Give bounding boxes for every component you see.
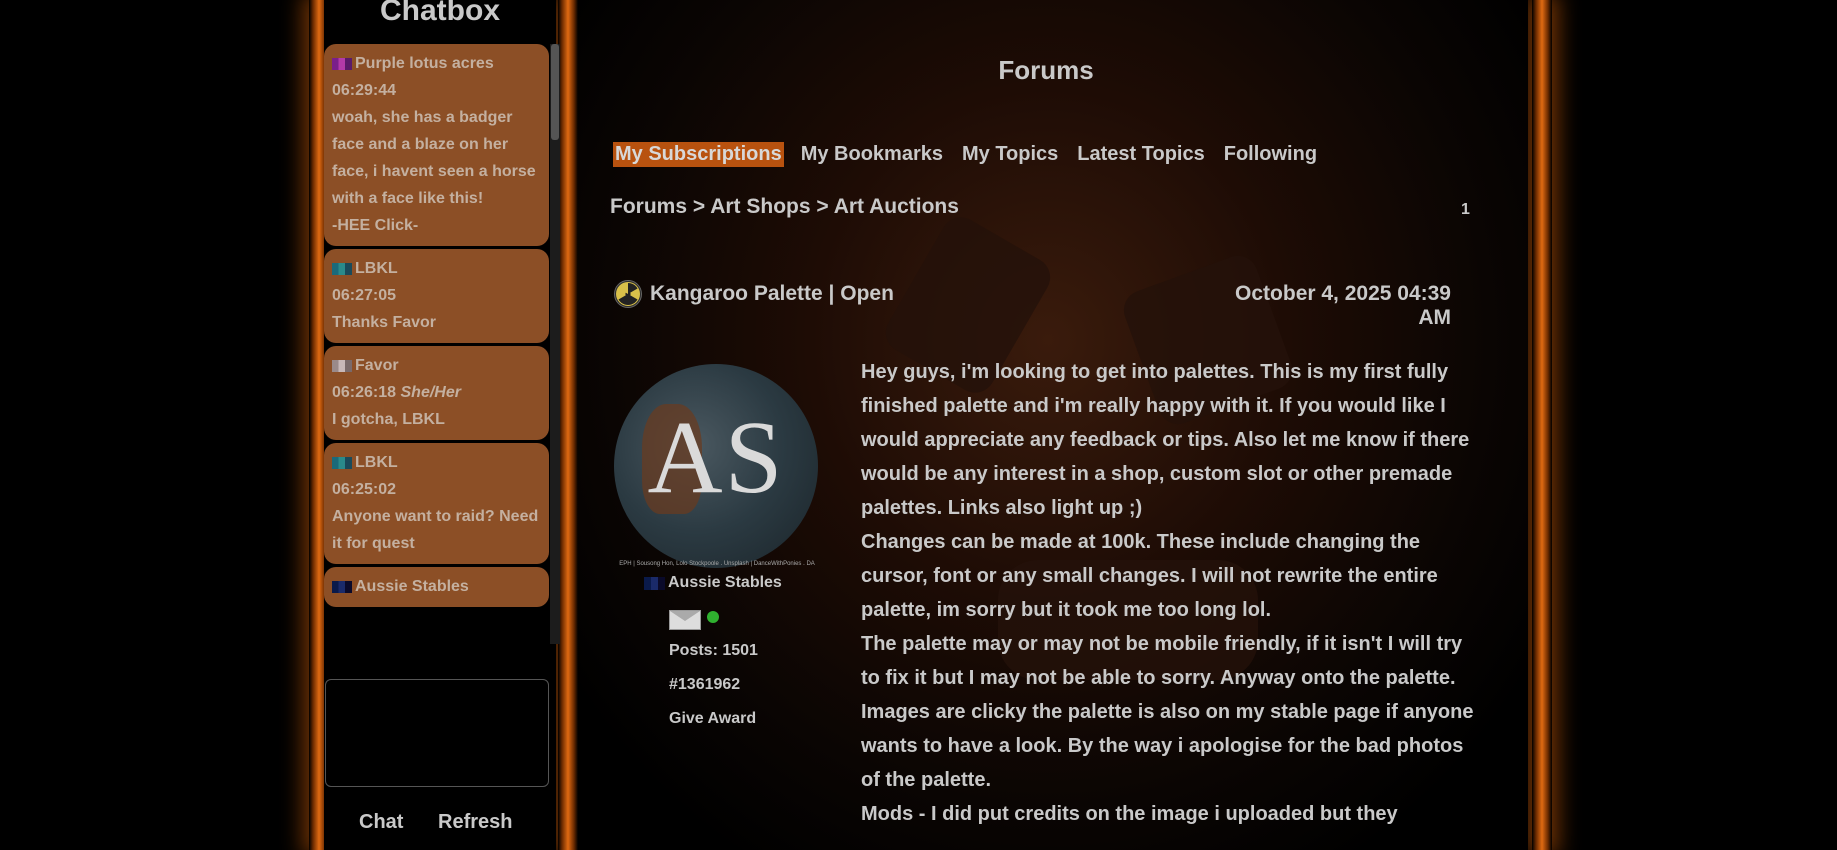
frame-glow-middle [558,0,578,850]
post-paragraph: Hey guys, i'm looking to get into palett… [861,361,1470,519]
chat-message-header: LBKL [332,449,541,476]
chat-message-header: Favor [332,352,541,379]
chat-scrollbar[interactable] [550,44,560,644]
avatar-caption: EPH | Sousong Hon, Lolo Stockpoole . Uns… [619,561,815,567]
chat-time: 06:26:18 [332,384,397,401]
chat-message: Aussie Stables [324,567,549,607]
avatar-logo-letters: AS [647,400,785,515]
chat-time: 06:27:05 [332,287,397,304]
online-status-icon [707,611,719,623]
user-flag-icon [332,580,352,593]
chat-text: I gotcha, LBKL [332,411,445,428]
chat-text: woah, she has a badger face and a blaze … [332,109,536,234]
user-flag-icon [644,576,665,590]
forum-main: Forums My Subscriptions My Bookmarks My To… [578,0,1528,850]
chat-text: Thanks Favor [332,314,437,331]
chat-timestamp: 06:25:02 [332,476,541,503]
post-paragraph: Mods - I did put credits on the image i … [861,803,1398,825]
give-award-link[interactable]: Give Award [669,710,756,728]
chat-pronouns: She/Her [400,384,461,401]
chat-username[interactable]: LBKL [355,255,398,282]
chat-username[interactable]: Aussie Stables [355,573,469,600]
chat-time: 06:25:02 [332,481,397,498]
chat-message-list[interactable]: Purple lotus acres 06:29:44 woah, she has … [324,44,549,644]
forum-tabs: My Subscriptions My Bookmarks My Topics Lat… [613,142,1334,167]
user-flag-icon [332,359,352,372]
post-paragraph: Images are clicky the palette is also on… [861,701,1474,791]
post-paragraph: Changes can be made at 100k. These inclu… [861,531,1438,621]
chat-time: 06:29:44 [332,82,397,99]
post-id-link[interactable]: #1361962 [669,676,740,694]
chat-message-header: LBKL [332,255,541,282]
chatbox-title: Chatbox [380,0,500,27]
chat-timestamp: 06:27:05 [332,282,541,309]
chat-message: Purple lotus acres 06:29:44 woah, she has … [324,44,549,246]
mail-icon[interactable] [669,610,701,630]
chat-message: Favor 06:26:18 She/Her I gotcha, LBKL [324,346,549,440]
topic-date: October 4, 2025 04:39 AM [1235,282,1451,329]
chat-scrollbar-thumb[interactable] [551,44,559,140]
chat-refresh-button[interactable]: Refresh [438,811,512,834]
post-paragraph: The palette may or may not be mobile fri… [861,633,1463,689]
user-flag-icon [332,262,352,275]
chatbox: Chatbox Purple lotus acres 06:29:44 woah, … [324,0,560,850]
topic-title: Kangaroo Palette | Open [650,282,894,305]
chat-username[interactable]: Favor [355,352,399,379]
chat-message: LBKL 06:25:02 Anyone want to raid? Need it… [324,443,549,564]
tab-my-subscriptions[interactable]: My Subscriptions [613,142,784,167]
chat-timestamp: 06:26:18 She/Her [332,379,541,406]
page-title: Forums [998,55,1094,85]
chat-input[interactable] [325,679,549,787]
breadcrumb-art-shops[interactable]: Art Shops [710,195,810,218]
chat-message: LBKL 06:27:05 Thanks Favor [324,249,549,343]
pagination-page-1[interactable]: 1 [1461,201,1470,219]
tab-my-topics[interactable]: My Topics [960,142,1060,167]
radiation-icon [614,280,642,308]
tab-my-bookmarks[interactable]: My Bookmarks [799,142,945,167]
author-post-count: Posts: 1501 [669,642,758,659]
chat-username[interactable]: LBKL [355,449,398,476]
user-flag-icon [332,456,352,469]
author-name-label[interactable]: Aussie Stables [668,574,782,592]
chat-username[interactable]: Purple lotus acres [355,50,494,77]
breadcrumb-forums[interactable]: Forums [610,195,687,218]
breadcrumb-art-auctions[interactable]: Art Auctions [834,195,959,218]
frame-glow-right [1532,0,1552,850]
author-name[interactable]: Aussie Stables [644,574,782,592]
author-actions [669,610,719,630]
tab-following[interactable]: Following [1222,142,1319,167]
author-avatar[interactable]: AS [614,364,818,568]
user-flag-icon [332,57,352,70]
chat-send-button[interactable]: Chat [359,811,403,834]
breadcrumb-separator: > [692,195,706,218]
breadcrumb-separator: > [816,195,829,218]
tab-latest-topics[interactable]: Latest Topics [1075,142,1206,167]
breadcrumb: Forums > Art Shops > Art Auctions [610,195,959,219]
chat-message-header: Purple lotus acres [332,50,541,77]
chat-text: Anyone want to raid? Need it for quest [332,508,539,552]
post-body: Hey guys, i'm looking to get into palett… [861,355,1481,831]
chat-timestamp: 06:29:44 [332,77,541,104]
topic-header: Kangaroo Palette | Open [614,280,894,308]
chat-message-header: Aussie Stables [332,573,541,600]
